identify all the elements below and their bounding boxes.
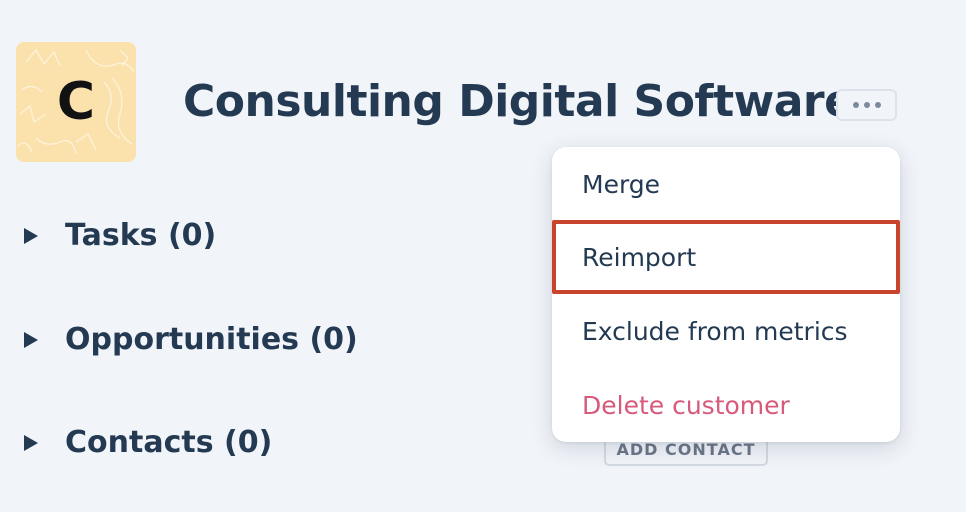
menu-item-reimport[interactable]: Reimport xyxy=(552,220,900,294)
section-contacts-label: Contacts (0) xyxy=(65,425,273,460)
caret-right-icon xyxy=(24,434,38,451)
section-opportunities[interactable]: Opportunities (0) xyxy=(24,322,358,357)
menu-item-exclude-from-metrics[interactable]: Exclude from metrics xyxy=(552,294,900,368)
section-tasks[interactable]: Tasks (0) xyxy=(24,218,216,253)
section-tasks-label: Tasks (0) xyxy=(65,218,217,253)
menu-item-delete-customer[interactable]: Delete customer xyxy=(552,368,900,442)
ellipsis-icon xyxy=(863,102,870,108)
avatar-letter: C xyxy=(56,72,96,132)
menu-item-merge[interactable]: Merge xyxy=(552,147,900,221)
customer-name: Consulting Digital Software xyxy=(183,76,854,127)
customer-avatar: C xyxy=(16,42,136,162)
caret-right-icon xyxy=(24,331,38,348)
ellipsis-icon xyxy=(874,102,881,108)
section-contacts[interactable]: Contacts (0) xyxy=(24,425,272,460)
more-options-button[interactable] xyxy=(836,89,897,121)
more-options-menu: Merge Reimport Exclude from metrics Dele… xyxy=(552,147,900,442)
caret-right-icon xyxy=(24,227,38,244)
ellipsis-icon xyxy=(852,102,859,108)
section-opportunities-label: Opportunities (0) xyxy=(65,322,358,357)
